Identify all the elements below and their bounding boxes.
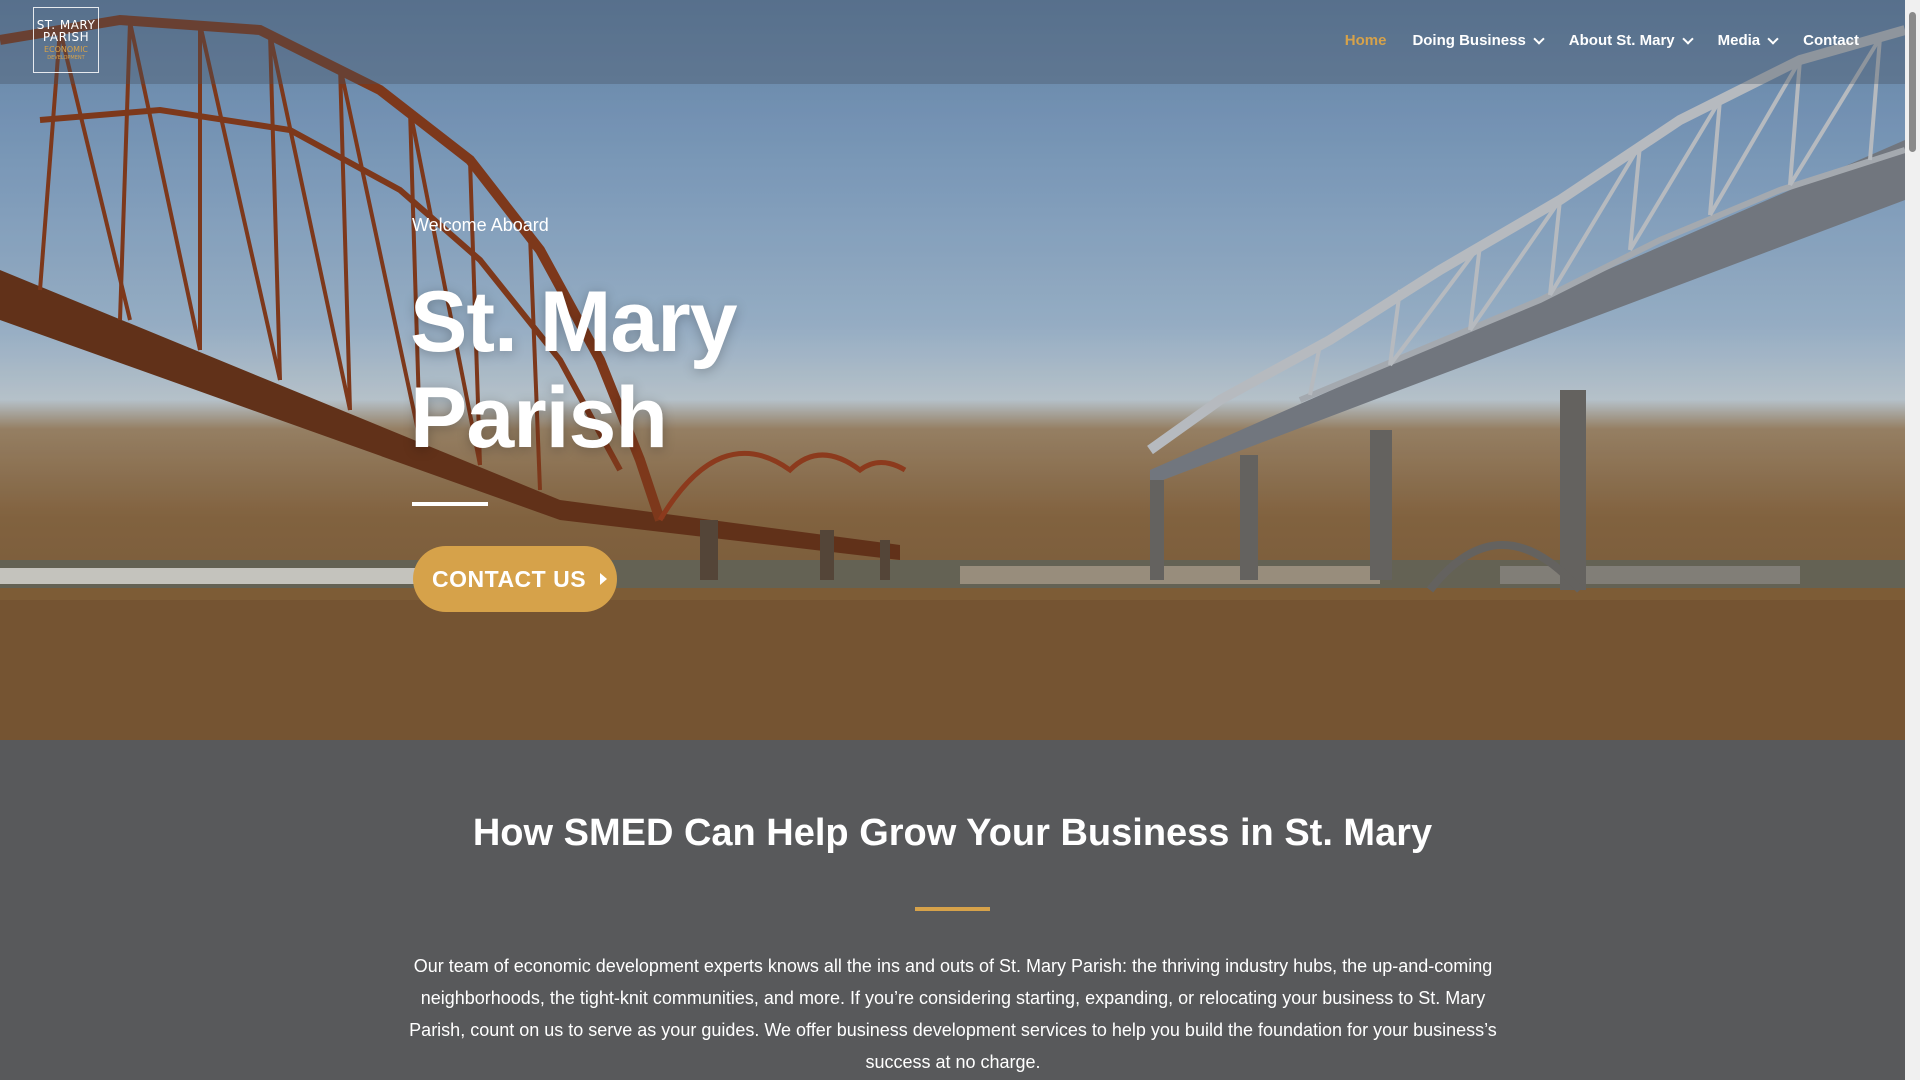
nav-item-home[interactable]: Home: [1345, 32, 1387, 49]
nav-label: About St. Mary: [1568, 32, 1675, 49]
hero-title: St. Mary Parish: [410, 274, 738, 466]
nav-label: Contact: [1803, 32, 1859, 49]
section-title: How SMED Can Help Grow Your Business in …: [472, 812, 1433, 854]
scrollbar-thumb[interactable]: [1909, 12, 1916, 152]
hero-title-line-2: Parish: [410, 370, 668, 466]
chevron-down-icon: [1767, 32, 1779, 45]
info-section: How SMED Can Help Grow Your Business in …: [0, 740, 1905, 1080]
section-divider: [915, 907, 990, 911]
main-nav: Home Doing Business About St. Mary Media…: [1319, 32, 1859, 49]
contact-us-label: CONTACT US: [432, 565, 587, 592]
chevron-down-icon: [1681, 32, 1694, 45]
page-scrollbar[interactable]: [1905, 0, 1920, 1080]
logo-line-2: PARISH: [42, 30, 90, 45]
logo-line-4: DEVELOPMENT: [47, 55, 85, 62]
hero-eyebrow: Welcome Aboard: [412, 215, 549, 235]
nav-item-doing-business[interactable]: Doing Business: [1412, 32, 1545, 49]
nav-item-contact[interactable]: Contact: [1803, 32, 1859, 49]
site-logo[interactable]: ST. MARY PARISH ECONOMIC DEVELOPMENT: [33, 7, 99, 73]
nav-item-media[interactable]: Media: [1717, 32, 1779, 49]
nav-label: Home: [1344, 32, 1387, 49]
contact-us-button[interactable]: CONTACT US: [413, 546, 617, 612]
section-body: Our team of economic development experts…: [409, 956, 1497, 1072]
arrow-right-icon: [600, 573, 608, 585]
hero-overlay: [0, 0, 1905, 740]
hero-title-line-1: St. Mary: [410, 274, 738, 370]
nav-label: Doing Business: [1412, 32, 1526, 49]
hero-section: [0, 0, 1905, 740]
nav-item-about[interactable]: About St. Mary: [1568, 32, 1694, 49]
nav-label: Media: [1717, 32, 1761, 49]
site-header: ST. MARY PARISH ECONOMIC DEVELOPMENT Hom…: [0, 0, 1905, 84]
hero-divider: [412, 502, 488, 506]
logo-line-3: ECONOMIC: [43, 44, 89, 54]
chevron-down-icon: [1533, 32, 1545, 45]
